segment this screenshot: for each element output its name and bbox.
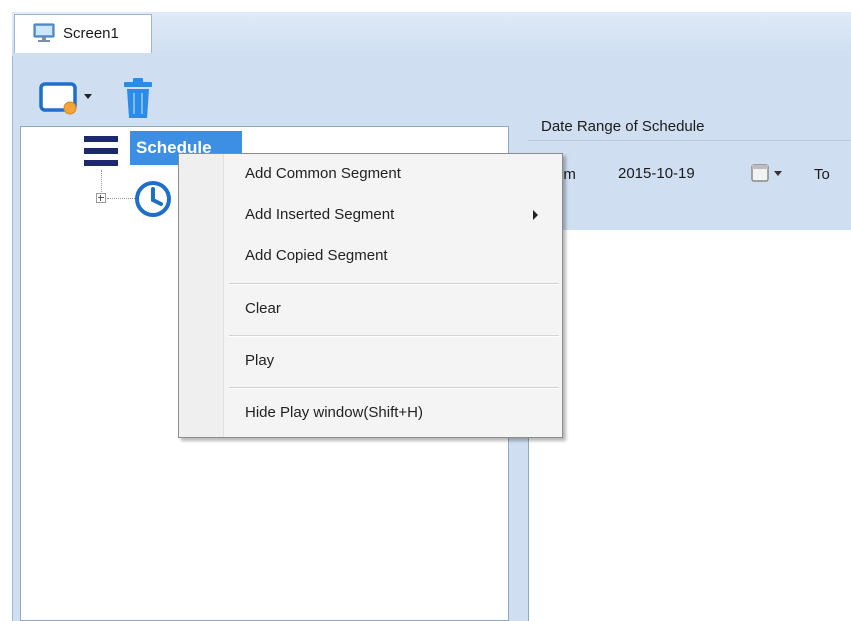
tree-connector xyxy=(101,170,102,192)
calendar-icon xyxy=(751,164,769,182)
tree-expand-toggle[interactable] xyxy=(96,193,106,203)
menu-item-add-common-segment[interactable]: Add Common Segment xyxy=(183,156,558,192)
menu-item-add-copied-segment[interactable]: Add Copied Segment xyxy=(183,238,558,274)
tab-screen1[interactable]: Screen1 xyxy=(14,14,152,53)
context-menu: Add Common Segment Add Inserted Segment … xyxy=(178,153,563,438)
menu-separator xyxy=(229,283,559,285)
delete-button[interactable] xyxy=(118,76,158,120)
from-date-field[interactable]: 2015-10-19 xyxy=(610,157,742,191)
chevron-down-icon xyxy=(84,94,92,99)
submenu-arrow-icon xyxy=(533,210,538,220)
menu-item-label: Hide Play window(Shift+H) xyxy=(245,404,423,421)
menu-separator xyxy=(229,387,559,389)
menu-item-label: Add Common Segment xyxy=(245,165,401,182)
date-picker-button[interactable] xyxy=(748,161,792,185)
detail-pane xyxy=(528,230,851,621)
clock-icon[interactable] xyxy=(134,180,172,218)
menu-item-label: Add Inserted Segment xyxy=(245,206,395,223)
tree-connector xyxy=(107,198,135,199)
menu-item-clear[interactable]: Clear xyxy=(183,291,558,327)
tab-label: Screen1 xyxy=(63,25,119,42)
monitor-icon xyxy=(33,23,55,43)
list-lines-icon xyxy=(82,133,122,169)
menu-item-label: Add Copied Segment xyxy=(245,247,388,264)
chevron-down-icon xyxy=(774,171,782,176)
menu-item-label: Play xyxy=(245,352,275,369)
menu-item-play[interactable]: Play xyxy=(183,343,558,379)
menu-item-hide-play-window[interactable]: Hide Play window(Shift+H) xyxy=(183,395,558,431)
to-label: To xyxy=(814,166,830,183)
menu-item-label: Clear xyxy=(245,300,281,317)
app-window: Screen1 Schedule Date Range of Schedule … xyxy=(0,0,851,621)
menu-separator xyxy=(229,335,559,337)
window-add-icon xyxy=(39,82,77,115)
add-screen-dropdown-button[interactable] xyxy=(38,78,98,118)
trash-icon xyxy=(124,78,152,118)
menu-item-add-inserted-segment[interactable]: Add Inserted Segment xyxy=(183,197,558,233)
date-range-title: Date Range of Schedule xyxy=(541,118,705,135)
